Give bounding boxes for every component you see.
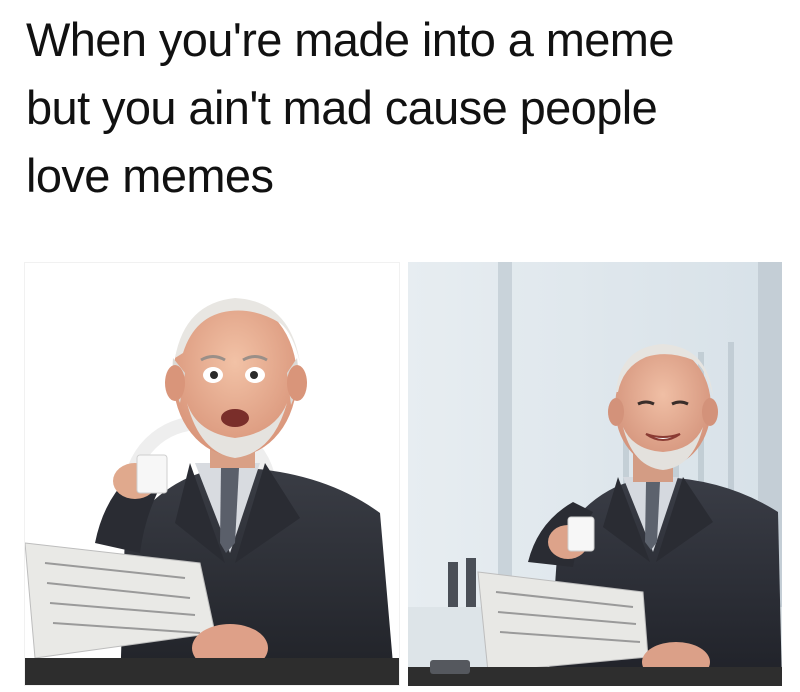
smiling-man-illustration — [408, 262, 782, 686]
coffee-cup-icon — [136, 454, 168, 494]
meme-photo-smiling — [408, 262, 782, 686]
meme-photo-surprised — [24, 262, 400, 686]
phone-icon — [430, 660, 470, 674]
surprised-man-illustration — [25, 298, 399, 685]
meme-caption: When you're made into a meme but you ain… — [26, 13, 674, 202]
coffee-cup-icon — [567, 516, 595, 552]
